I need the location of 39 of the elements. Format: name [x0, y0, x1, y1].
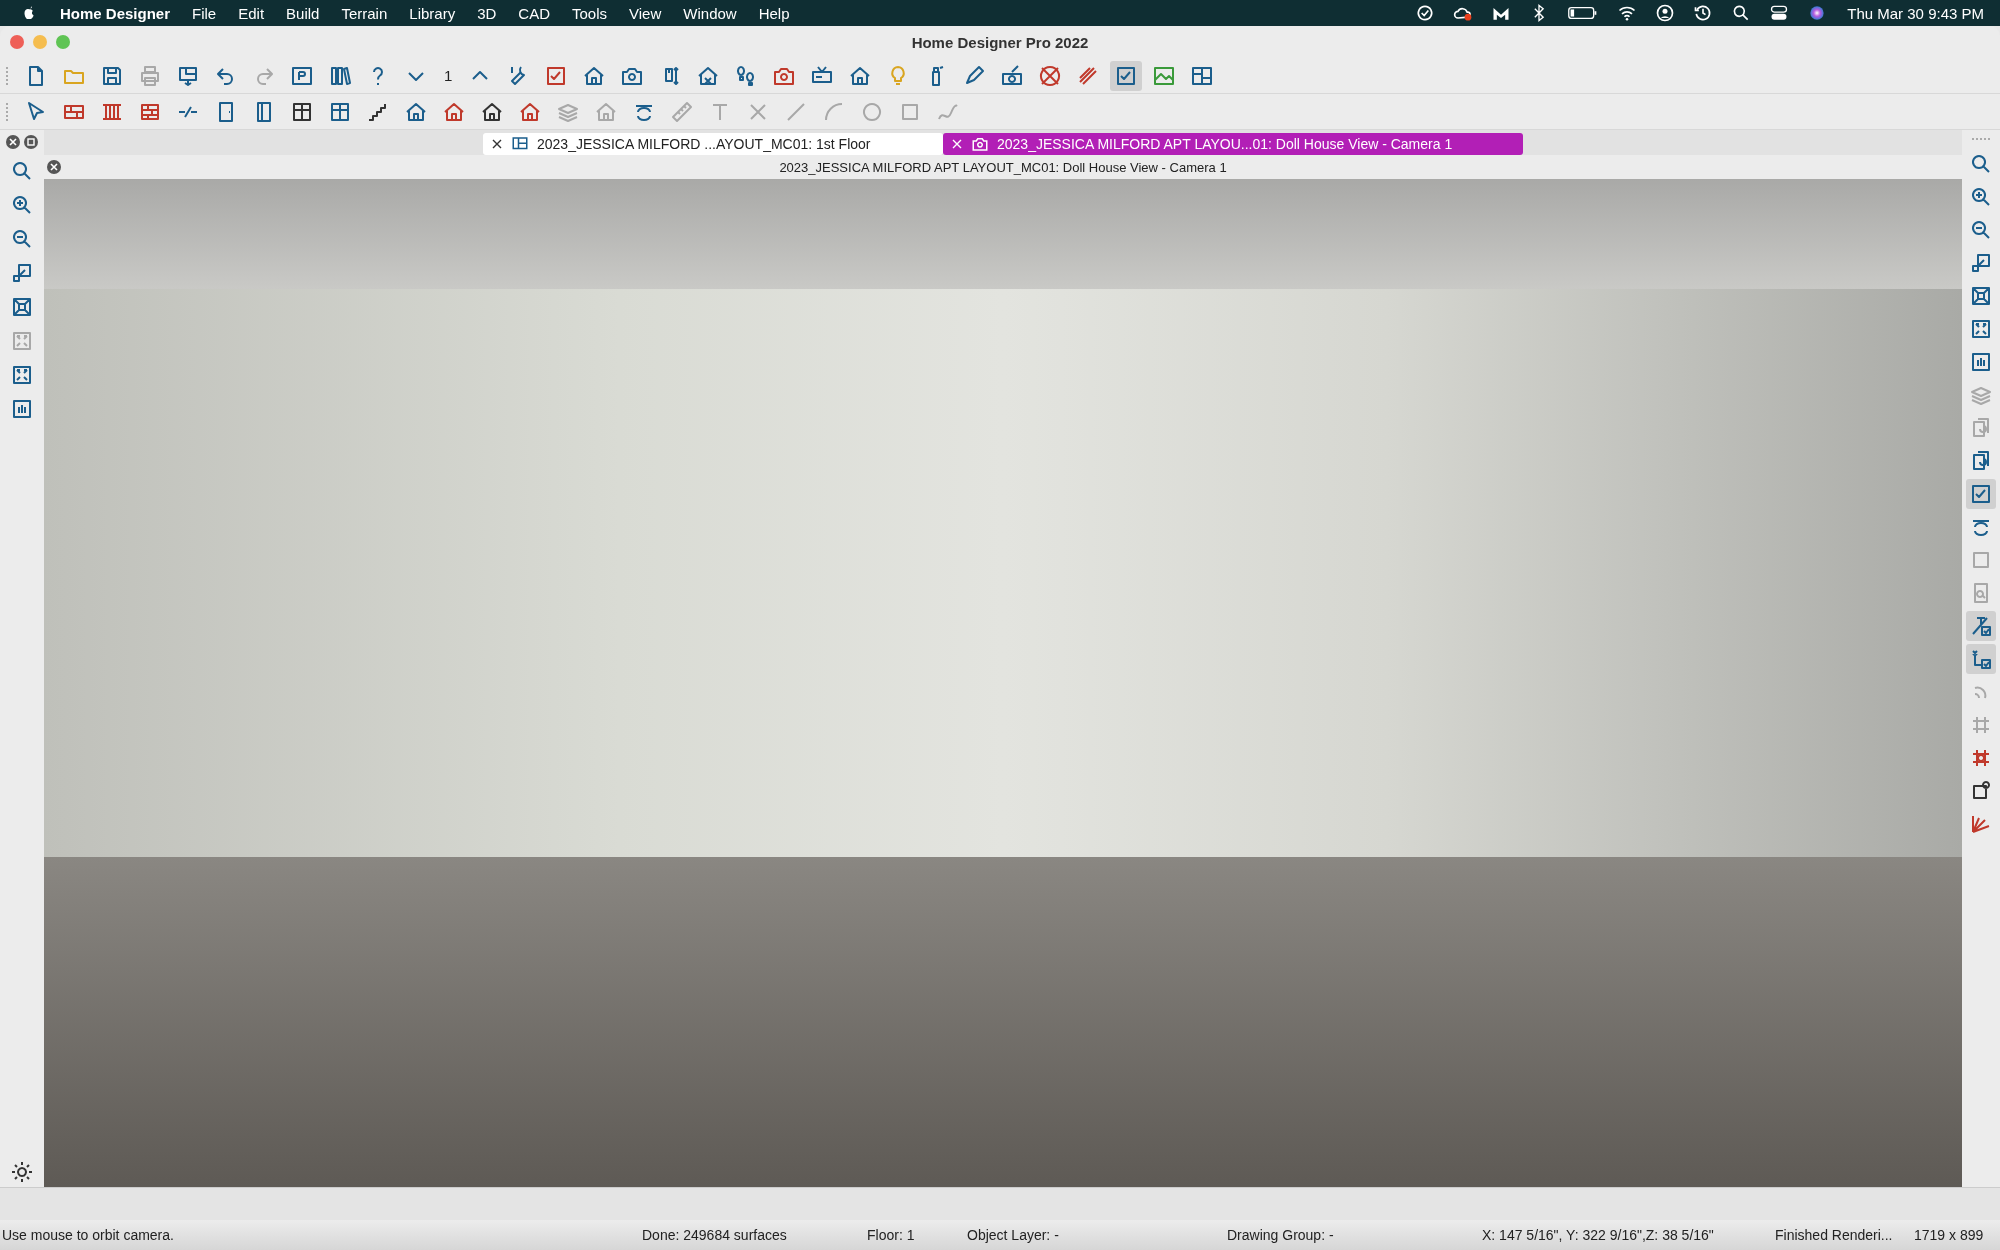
app-name-menu[interactable]: Home Designer: [60, 4, 171, 22]
menu-item[interactable]: 3D: [477, 4, 497, 22]
document-tab[interactable]: 2023_JESSICA MILFORD APT LAYOU...01: Doll House View - Camera 1: [943, 133, 1523, 155]
close-window-button[interactable]: [10, 35, 24, 49]
status-text: Drawing Group: -: [1227, 1227, 1335, 1243]
menu-item[interactable]: Window: [683, 4, 737, 22]
menu-bar-clock[interactable]: Thu Mar 30 9:43 PM: [1847, 4, 1984, 22]
house-check-icon[interactable]: [1966, 479, 1996, 509]
menu-item[interactable]: Terrain: [341, 4, 388, 22]
status-text: Done: 249684 surfaces: [642, 1227, 788, 1243]
view-check-icon[interactable]: [1110, 60, 1143, 91]
menu-item[interactable]: Edit: [238, 4, 265, 22]
status-text: 1719 x 899: [1914, 1227, 1984, 1243]
pencil-check-icon[interactable]: [1966, 611, 1996, 641]
close-icon[interactable]: [46, 159, 62, 175]
menu-item[interactable]: Help: [758, 4, 790, 22]
x-check-icon[interactable]: [1966, 644, 1996, 674]
floor-number: 1: [443, 67, 454, 84]
menu-item[interactable]: Build: [286, 4, 320, 22]
camera-icon: [971, 135, 989, 153]
menu-item[interactable]: Tools: [572, 4, 608, 22]
restore-icon[interactable]: [23, 134, 39, 150]
status-text: X: 147 5/16", Y: 322 9/16",Z: 38 5/16": [1482, 1227, 1715, 1243]
status-text: Finished Renderi...: [1775, 1227, 1894, 1243]
window-title: Home Designer Pro 2022: [911, 33, 1089, 51]
document-tab[interactable]: 2023_JESSICA MILFORD ...AYOUT_MC01: 1st Floor: [483, 133, 943, 155]
menu-item[interactable]: File: [192, 4, 217, 22]
user-icon[interactable]: [1655, 3, 1676, 23]
view-title: 2023_JESSICA MILFORD APT LAYOUT_MC01: Doll House View - Camera 1: [779, 159, 1227, 175]
status-text: Use mouse to orbit camera.: [2, 1227, 175, 1243]
status-text: Object Layer: -: [967, 1227, 1060, 1243]
close-icon[interactable]: [5, 134, 21, 150]
close-icon[interactable]: [491, 138, 503, 150]
menu-item[interactable]: Library: [409, 4, 456, 22]
status-text: Floor: 1: [867, 1227, 916, 1243]
menu-item[interactable]: CAD: [518, 4, 550, 22]
control-center-icon[interactable]: [1769, 3, 1790, 23]
rendered-room-view[interactable]: [44, 179, 1962, 1187]
menu-item[interactable]: View: [629, 4, 662, 22]
